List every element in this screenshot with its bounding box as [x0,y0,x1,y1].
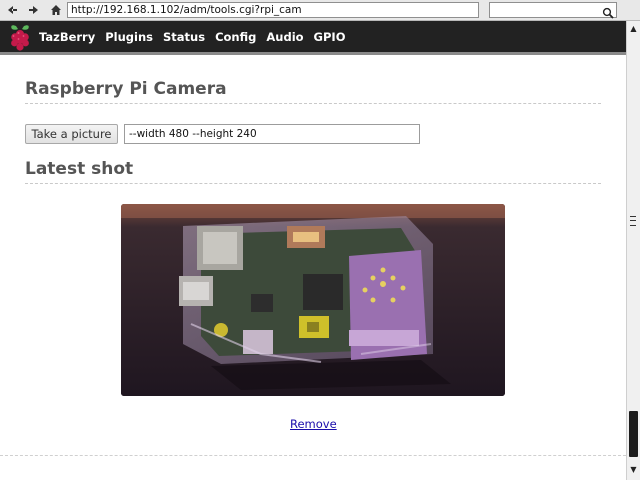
vertical-scrollbar[interactable]: ▲ ▼ [626,21,640,480]
scrollbar-thumb[interactable] [629,411,638,457]
nav-item-plugins[interactable]: Plugins [105,30,153,44]
scrollbar-grip-icon[interactable] [630,216,636,226]
browser-search-input[interactable] [489,2,617,19]
nav-item-config[interactable]: Config [215,30,256,44]
nav-item-status[interactable]: Status [163,30,205,44]
forward-arrow-icon[interactable] [26,2,42,18]
camera-photo [121,204,505,396]
camera-options-input[interactable] [124,124,420,144]
nav-item-gpio[interactable]: GPIO [314,30,346,44]
scroll-up-arrow-icon[interactable]: ▲ [628,23,639,34]
address-bar-url: http://192.168.1.102/adm/tools.cgi?rpi_c… [71,4,302,16]
scroll-down-arrow-icon[interactable]: ▼ [628,464,639,475]
app-header: TazBerry Plugins Status Config Audio GPI… [0,21,626,55]
home-icon[interactable] [48,2,64,18]
address-bar[interactable]: http://192.168.1.102/adm/tools.cgi?rpi_c… [67,2,479,18]
bottom-divider [0,455,626,456]
page-title: Raspberry Pi Camera [25,79,601,104]
main-nav: TazBerry Plugins Status Config Audio GPI… [39,21,355,52]
latest-shot-heading: Latest shot [25,159,601,184]
remove-link[interactable]: Remove [290,417,337,431]
browser-toolbar: http://192.168.1.102/adm/tools.cgi?rpi_c… [0,0,640,21]
nav-item-tazberry[interactable]: TazBerry [39,30,95,44]
take-picture-button[interactable]: Take a picture [25,124,118,144]
search-icon[interactable] [602,4,614,19]
nav-item-audio[interactable]: Audio [266,30,303,44]
raspberry-logo-icon[interactable] [7,23,33,52]
back-arrow-icon[interactable] [4,2,20,18]
